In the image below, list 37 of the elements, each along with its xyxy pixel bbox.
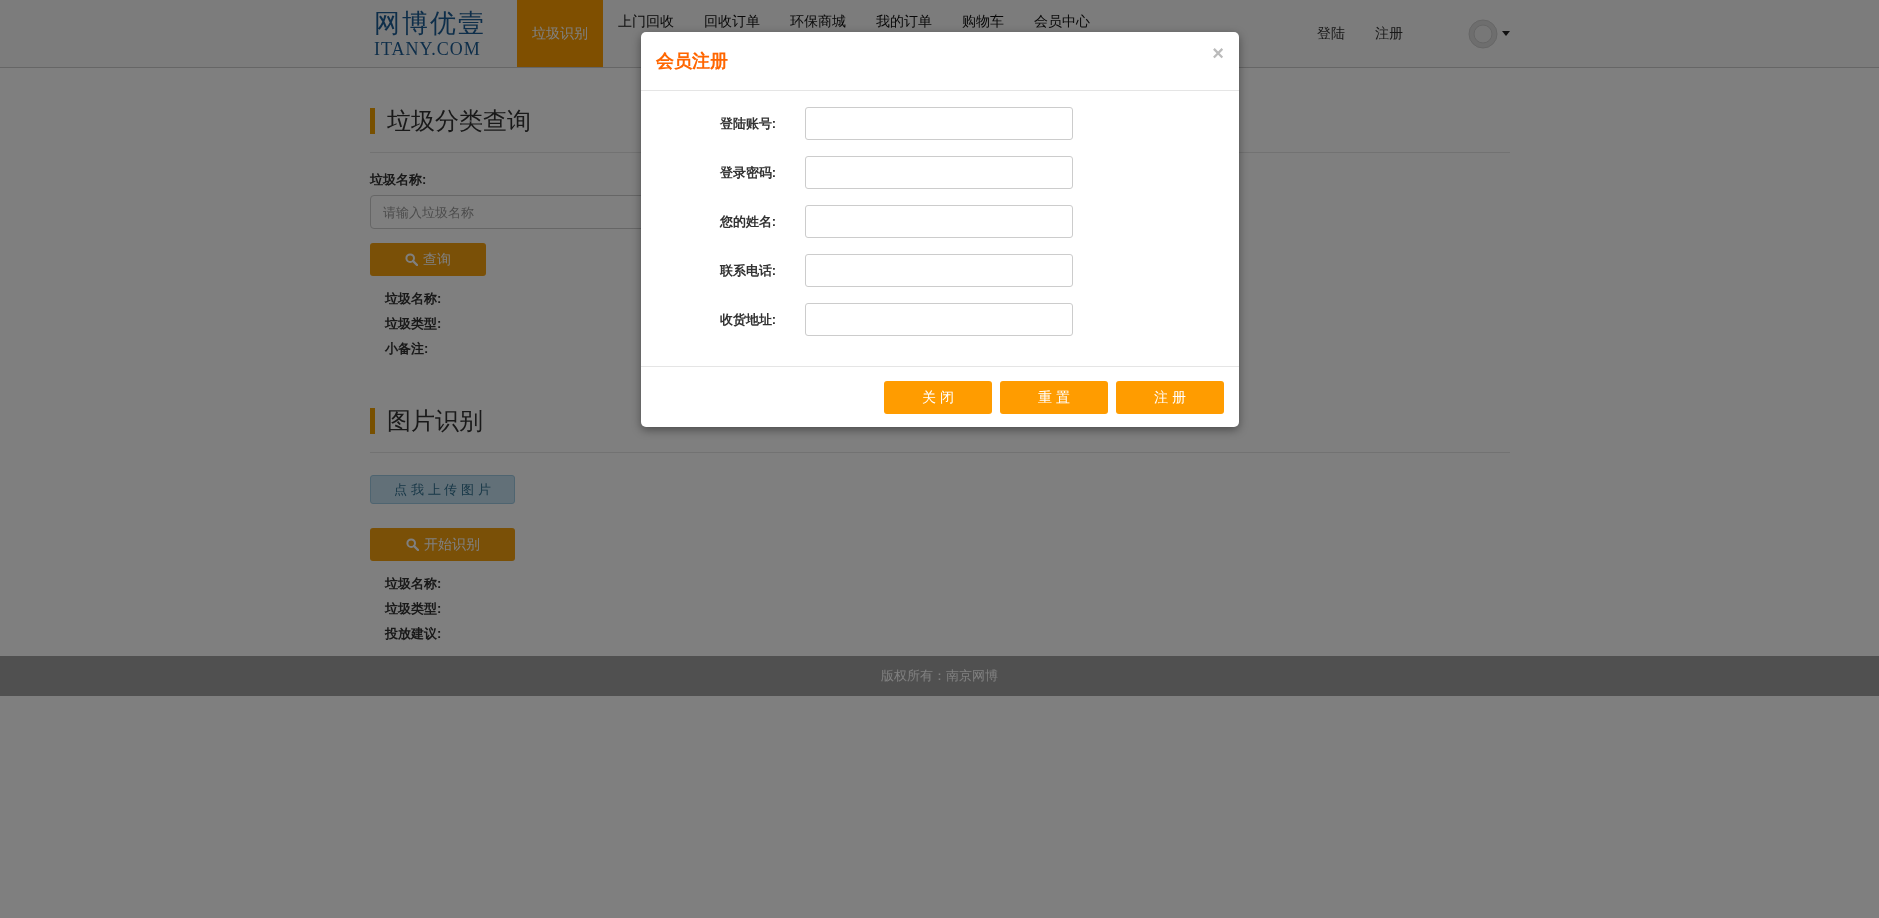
result-label: 投放建议: (385, 625, 442, 643)
nav-tab[interactable]: 会员中心 (1019, 0, 1105, 30)
field-label: 联系电话: (718, 261, 777, 280)
input-field[interactable] (805, 303, 1073, 336)
nav-tab[interactable]: 上门回收 (603, 0, 689, 30)
input-field[interactable] (805, 254, 1073, 287)
search-icon (405, 253, 418, 266)
nav-tab[interactable]: 购物车 (947, 0, 1019, 30)
result-label: 小备注: (385, 340, 429, 358)
upload-button[interactable]: 点 我 上 传 图 片 (370, 475, 515, 504)
caret-icon[interactable] (1502, 31, 1510, 36)
dialog-title: 会员注册 (656, 50, 728, 73)
result-label: 垃圾名称: (385, 290, 442, 308)
field-label: 垃圾名称: (370, 171, 427, 189)
input-field[interactable] (805, 156, 1073, 189)
field-label: 登陆账号: (718, 114, 777, 133)
nav-tab[interactable]: 环保商城 (775, 0, 861, 30)
query-button[interactable]: 查询 (370, 243, 486, 276)
input-field[interactable] (805, 107, 1073, 140)
dialog-button[interactable]: 关 闭 (884, 381, 992, 414)
nav-link[interactable]: 登陆 (1302, 0, 1360, 67)
nav-tab[interactable]: 回收订单 (689, 0, 775, 30)
search-icon (405, 538, 419, 551)
field-label: 登录密码: (718, 163, 777, 182)
result-label: 垃圾类型: (385, 315, 442, 333)
dialog-button[interactable]: 注 册 (1116, 381, 1224, 414)
field-label: 收货地址: (718, 310, 777, 329)
logo[interactable]: 网博优壹 ITANY.COM (370, 0, 517, 67)
nav-link[interactable]: 注册 (1360, 0, 1418, 67)
result-label: 垃圾类型: (385, 600, 442, 618)
input-field[interactable] (805, 205, 1073, 238)
result-label: 垃圾名称: (385, 575, 442, 593)
nav-tab[interactable]: 垃圾识别 (517, 0, 603, 67)
nav-tab[interactable]: 我的订单 (861, 0, 947, 30)
close-button[interactable]: × (1212, 42, 1224, 65)
dialog-button[interactable]: 重 置 (1000, 381, 1108, 414)
recognize-button[interactable]: 开始识别 (370, 528, 515, 561)
